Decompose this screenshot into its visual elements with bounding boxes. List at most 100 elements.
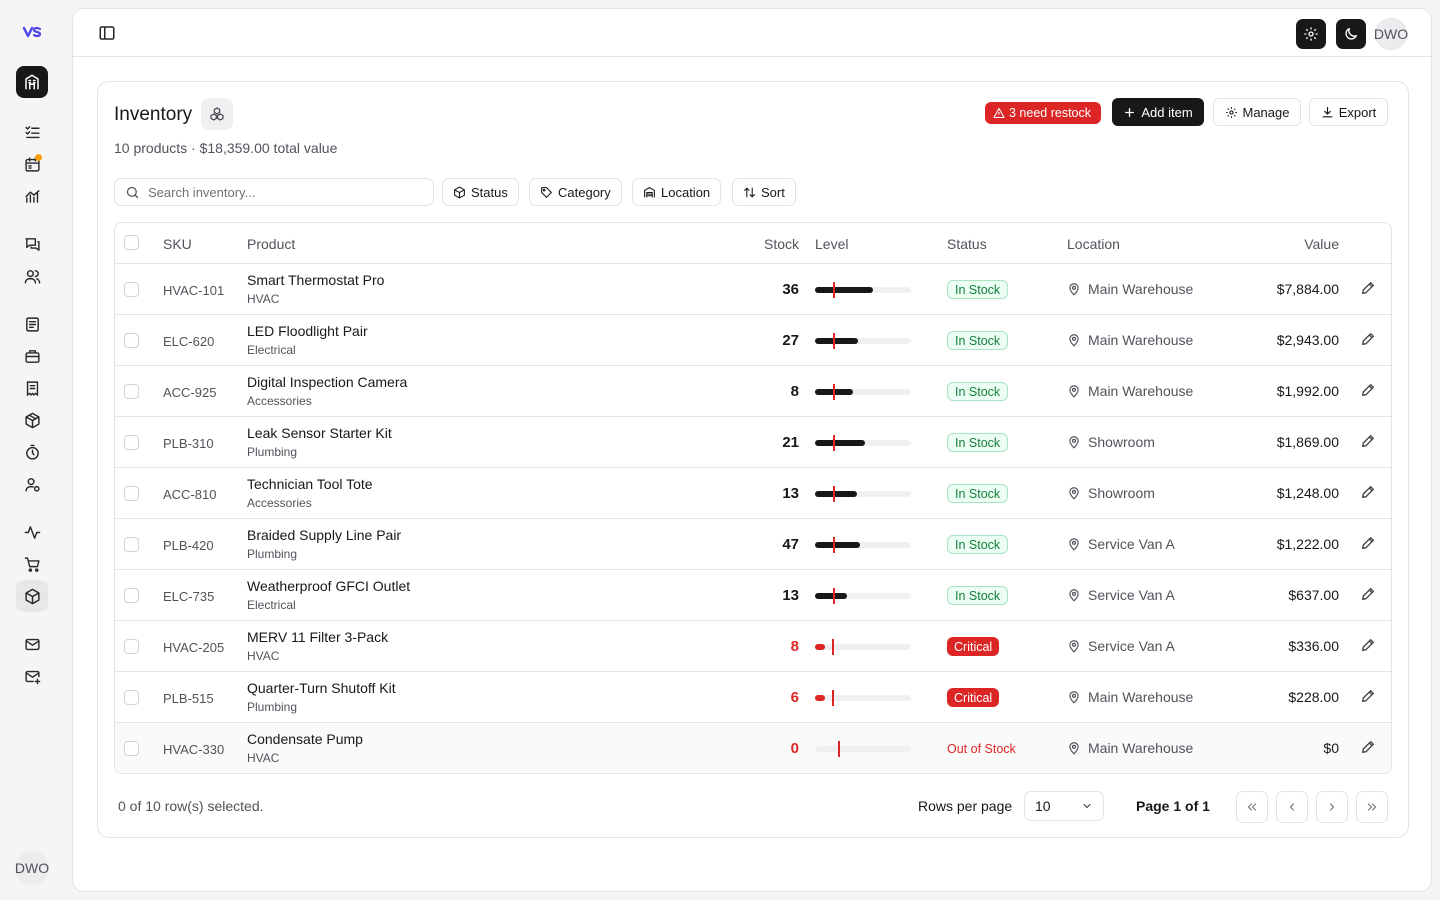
rows-per-page-value: 10 <box>1035 798 1051 814</box>
row-checkbox[interactable] <box>124 537 139 552</box>
user-avatar[interactable]: DWO <box>15 851 49 885</box>
table-row[interactable]: PLB-310 Leak Sensor Starter Kit Plumbing 21… <box>115 417 1391 468</box>
row-product-name[interactable]: Weatherproof GFCI Outlet <box>247 578 410 594</box>
status-badge: In Stock <box>947 586 1009 605</box>
table-row[interactable]: HVAC-330 Condensate Pump HVAC 0 Out of Stock… <box>115 723 1391 773</box>
row-edit-button[interactable] <box>1360 433 1378 451</box>
row-checkbox[interactable] <box>124 282 139 297</box>
sidebar-toggle-button[interactable] <box>98 24 116 42</box>
search-input[interactable] <box>148 184 428 200</box>
rail-item-timesheets[interactable] <box>22 442 42 462</box>
row-product-name[interactable]: Technician Tool Tote <box>247 476 373 492</box>
row-product-name[interactable]: LED Floodlight Pair <box>247 323 368 339</box>
row-edit-button[interactable] <box>1360 535 1378 553</box>
row-product-name[interactable]: Braided Supply Line Pair <box>247 527 401 543</box>
table-row[interactable]: ELC-620 LED Floodlight Pair Electrical 27 In… <box>115 315 1391 366</box>
row-edit-button[interactable] <box>1360 586 1378 604</box>
row-checkbox[interactable] <box>124 639 139 654</box>
mail-plus-icon <box>24 668 41 685</box>
row-product-name[interactable]: Condensate Pump <box>247 731 363 747</box>
settings-button[interactable] <box>1296 19 1326 49</box>
row-product-name[interactable]: Leak Sensor Starter Kit <box>247 425 392 441</box>
reorder-point-marker <box>833 537 835 553</box>
table-row[interactable]: ELC-735 Weatherproof GFCI Outlet Electrica… <box>115 570 1391 621</box>
rows-per-page-select[interactable]: 10 <box>1024 791 1104 821</box>
row-edit-button[interactable] <box>1360 484 1378 502</box>
column-header-sku[interactable]: SKU <box>163 236 192 252</box>
table-row[interactable]: HVAC-205 MERV 11 Filter 3-Pack HVAC 8 Critic… <box>115 621 1391 672</box>
inventory-settings-button[interactable] <box>201 98 233 130</box>
rail-item-orders[interactable] <box>22 554 42 574</box>
column-header-location[interactable]: Location <box>1067 236 1120 252</box>
row-product-name[interactable]: Smart Thermostat Pro <box>247 272 384 288</box>
row-checkbox[interactable] <box>124 588 139 603</box>
column-header-stock[interactable]: Stock <box>764 236 799 252</box>
row-edit-button[interactable] <box>1360 280 1378 298</box>
row-edit-button[interactable] <box>1360 688 1378 706</box>
filter-category-button[interactable]: Category <box>529 178 622 206</box>
row-product-name[interactable]: Quarter-Turn Shutoff Kit <box>247 680 396 696</box>
row-checkbox[interactable] <box>124 486 139 501</box>
column-header-value[interactable]: Value <box>1304 236 1339 252</box>
row-edit-button[interactable] <box>1360 382 1378 400</box>
account-avatar[interactable]: DWO <box>1374 18 1408 50</box>
row-product-name[interactable]: MERV 11 Filter 3-Pack <box>247 629 388 645</box>
rail-item-mail[interactable] <box>22 634 42 654</box>
app-logo[interactable] <box>21 23 43 41</box>
export-button[interactable]: Export <box>1309 98 1388 126</box>
theme-toggle-button[interactable] <box>1336 19 1366 49</box>
pencil-icon <box>1360 535 1378 551</box>
table-row[interactable]: HVAC-101 Smart Thermostat Pro HVAC 36 In Sto… <box>115 264 1391 315</box>
sort-button[interactable]: Sort <box>732 178 796 206</box>
rail-item-building[interactable] <box>16 66 48 98</box>
rail-item-inventory[interactable] <box>16 580 48 612</box>
tag-icon <box>540 186 553 199</box>
previous-page-button[interactable] <box>1276 791 1308 823</box>
row-product-name[interactable]: Digital Inspection Camera <box>247 374 407 390</box>
manage-button[interactable]: Manage <box>1213 98 1301 126</box>
table-row[interactable]: PLB-420 Braided Supply Line Pair Plumbing 4… <box>115 519 1391 570</box>
row-edit-button[interactable] <box>1360 331 1378 349</box>
row-edit-button[interactable] <box>1360 739 1378 757</box>
row-checkbox[interactable] <box>124 435 139 450</box>
row-location: Main Warehouse <box>1067 281 1193 297</box>
next-page-button[interactable] <box>1316 791 1348 823</box>
select-all-checkbox[interactable] <box>124 235 139 250</box>
row-sku: ELC-735 <box>163 589 215 604</box>
first-page-button[interactable] <box>1236 791 1268 823</box>
rail-item-jobs[interactable] <box>22 346 42 366</box>
stock-level-bar <box>815 333 911 349</box>
table-row[interactable]: ACC-925 Digital Inspection Camera Accessor… <box>115 366 1391 417</box>
table-row[interactable]: ACC-810 Technician Tool Tote Accessories 13… <box>115 468 1391 519</box>
stock-level-fill <box>815 491 857 497</box>
row-checkbox[interactable] <box>124 741 139 756</box>
filter-category-label: Category <box>558 184 611 200</box>
row-category: Plumbing <box>247 700 298 714</box>
row-stock: 8 <box>790 383 799 400</box>
column-header-product[interactable]: Product <box>247 236 295 252</box>
rail-item-reports[interactable] <box>22 186 42 206</box>
row-checkbox[interactable] <box>124 690 139 705</box>
rail-item-activity[interactable] <box>22 522 42 542</box>
filter-location-button[interactable]: Location <box>632 178 722 206</box>
column-header-status[interactable]: Status <box>947 236 987 252</box>
filter-status-button[interactable]: Status <box>442 178 519 206</box>
rail-item-compose[interactable] <box>22 666 42 686</box>
rail-item-team[interactable] <box>22 474 42 494</box>
row-location-label: Main Warehouse <box>1088 740 1194 756</box>
rail-item-documents[interactable] <box>22 314 42 334</box>
building-icon <box>23 73 41 91</box>
row-checkbox[interactable] <box>124 333 139 348</box>
add-item-button[interactable]: Add item <box>1112 98 1204 126</box>
rail-item-packages[interactable] <box>22 410 42 430</box>
rail-item-tasks[interactable] <box>22 122 42 142</box>
boxes-icon <box>209 106 225 122</box>
rail-item-invoices[interactable] <box>22 378 42 398</box>
rail-item-messages[interactable] <box>22 234 42 254</box>
table-row[interactable]: PLB-515 Quarter-Turn Shutoff Kit Plumbing 6… <box>115 672 1391 723</box>
rail-item-contacts[interactable] <box>22 266 42 286</box>
row-edit-button[interactable] <box>1360 637 1378 655</box>
last-page-button[interactable] <box>1356 791 1388 823</box>
restock-alert-badge[interactable]: 3 need restock <box>985 102 1101 124</box>
row-checkbox[interactable] <box>124 384 139 399</box>
